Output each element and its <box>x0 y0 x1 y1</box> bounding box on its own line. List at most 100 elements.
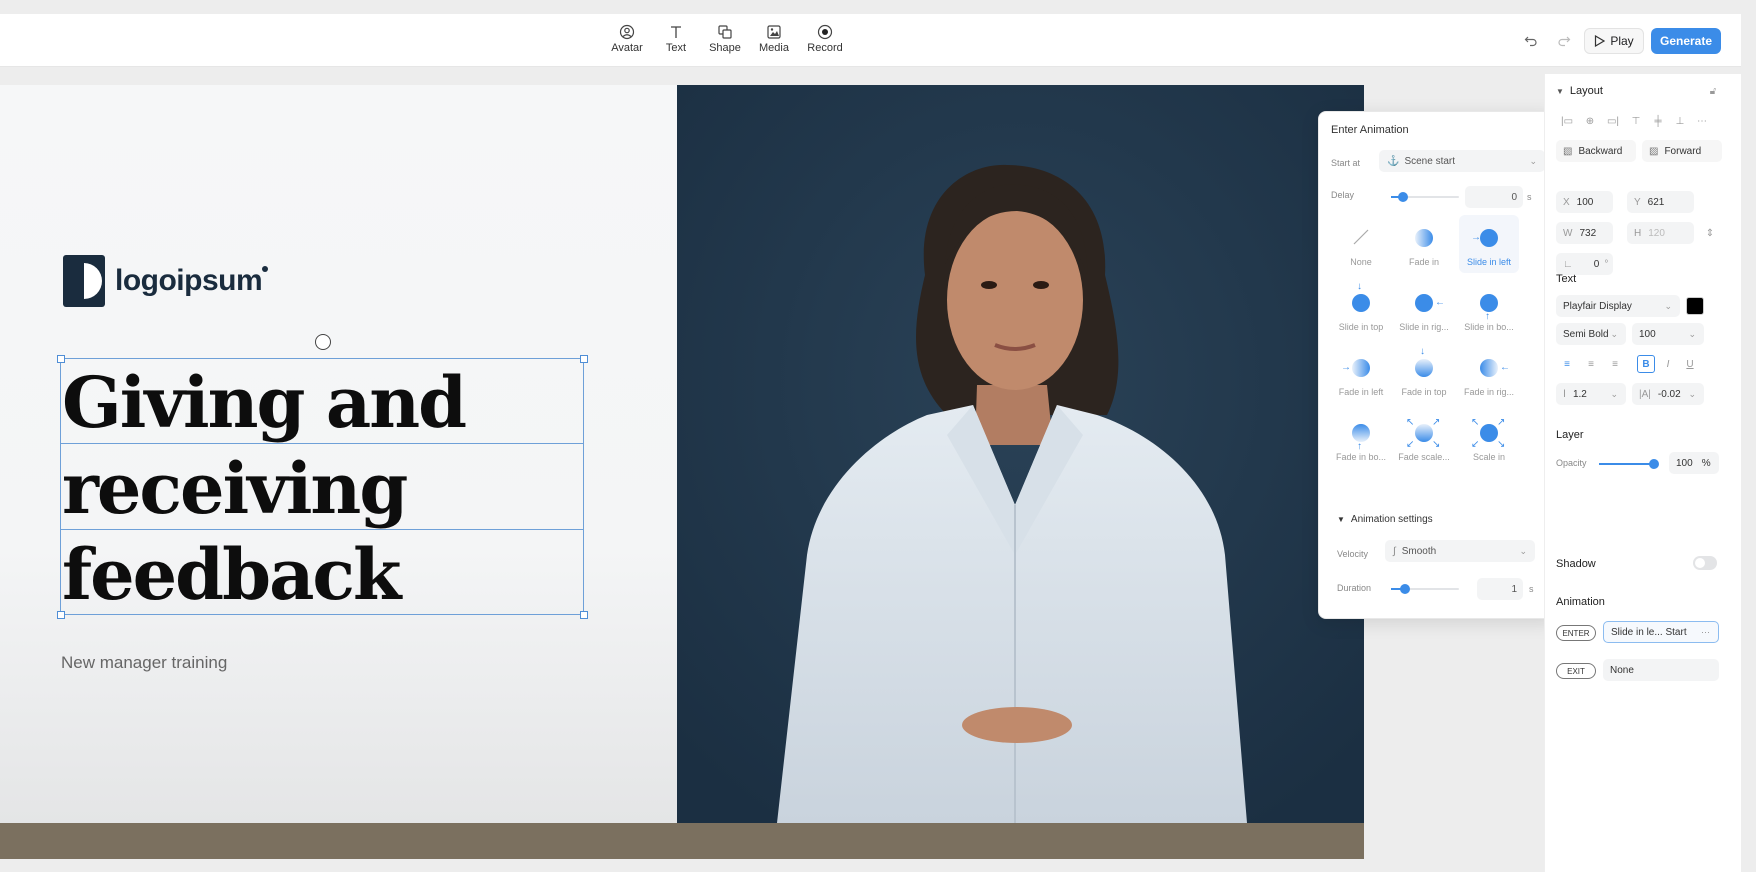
font-size-value: 100 <box>1639 328 1656 340</box>
anim-option-scale-in[interactable]: ↖ ↗ ↙ ↘ Scale in <box>1459 410 1519 468</box>
font-family-value: Playfair Display <box>1563 300 1632 312</box>
avatar-icon <box>619 24 635 40</box>
record-tool[interactable]: Record <box>800 24 850 54</box>
shape-tool[interactable]: Shape <box>700 24 750 54</box>
anim-option-fade-in[interactable]: Fade in <box>1394 215 1454 273</box>
underline-icon[interactable]: U <box>1683 357 1697 371</box>
x-input[interactable]: X 100 <box>1556 191 1613 213</box>
avatar-tool[interactable]: Avatar <box>602 24 652 54</box>
chevron-down-icon: ⌄ <box>1519 545 1527 556</box>
anim-option-fade-in-left[interactable]: → Fade in left <box>1331 345 1391 403</box>
opacity-input[interactable]: 100% <box>1669 452 1719 474</box>
font-size-select[interactable]: 100 ⌄ <box>1632 323 1704 345</box>
anim-option-slide-in-left[interactable]: → Slide in left <box>1459 215 1519 273</box>
y-input[interactable]: Y 621 <box>1627 191 1694 213</box>
undo-button[interactable] <box>1522 32 1540 50</box>
none-icon <box>1353 229 1369 245</box>
anim-option-slide-in-bottom[interactable]: ↑ Slide in bo... <box>1459 280 1519 338</box>
rotation-value: 0 <box>1593 258 1600 270</box>
anim-option-fade-scale[interactable]: ↖ ↗ ↙ ↘ Fade scale... <box>1394 410 1454 468</box>
align-center-h-icon[interactable]: ⊕ <box>1583 114 1597 128</box>
anim-option-slide-in-right[interactable]: ← Slide in rig... <box>1394 280 1454 338</box>
anim-option-label: Fade in bo... <box>1335 452 1387 462</box>
w-input[interactable]: W 732 <box>1556 222 1613 244</box>
shape-tool-label: Shape <box>709 42 741 54</box>
slide-in-top-icon <box>1352 294 1370 312</box>
exit-animation-select[interactable]: None <box>1603 659 1719 681</box>
opacity-value: 100 <box>1676 457 1693 469</box>
scene-canvas[interactable]: logoipsum Giving and receiving feedback … <box>0 85 1364 859</box>
align-middle-icon[interactable]: ╪ <box>1651 114 1665 128</box>
opacity-slider-knob[interactable] <box>1649 459 1659 469</box>
duration-input[interactable]: 1 <box>1477 578 1523 600</box>
play-label: Play <box>1610 34 1634 48</box>
backward-button[interactable]: ▧ Backward <box>1556 140 1636 162</box>
start-at-select[interactable]: ⚓ Scene start ⌄ <box>1379 150 1545 172</box>
font-family-select[interactable]: Playfair Display ⌄ <box>1556 295 1680 317</box>
fade-in-right-icon <box>1480 359 1498 377</box>
lock-icon[interactable]: 🔓︎ <box>1706 84 1720 98</box>
redo-icon <box>1558 36 1571 47</box>
y-value: 621 <box>1647 196 1665 208</box>
delay-slider[interactable] <box>1391 192 1459 202</box>
backward-icon: ▧ <box>1563 145 1573 157</box>
align-text-right-icon[interactable]: ≡ <box>1608 357 1622 371</box>
media-tool[interactable]: Media <box>749 24 799 54</box>
align-text-center-icon[interactable]: ≡ <box>1584 357 1598 371</box>
font-color-swatch[interactable] <box>1686 297 1704 315</box>
rotation-input[interactable]: ∟ 0 ° <box>1556 253 1613 275</box>
media-tool-label: Media <box>759 42 789 54</box>
expand-icon: ↘ <box>1497 439 1506 450</box>
more-icon: ⋯ <box>1701 626 1710 637</box>
bold-icon[interactable]: B <box>1637 355 1655 373</box>
anim-option-none[interactable]: None <box>1331 215 1391 273</box>
animation-settings-toggle[interactable]: ▼ Animation settings <box>1337 514 1433 525</box>
slide-in-right-icon <box>1415 294 1433 312</box>
play-button[interactable]: Play <box>1584 28 1644 54</box>
anim-option-fade-in-bottom[interactable]: ↑ Fade in bo... <box>1331 410 1391 468</box>
line-height-select[interactable]: Ⅰ 1.2 ⌄ <box>1556 383 1626 405</box>
layout-section-header[interactable]: ▼ Layout <box>1556 85 1603 97</box>
subtitle-text[interactable]: New manager training <box>61 653 227 673</box>
align-left-icon[interactable]: |▭ <box>1560 114 1574 128</box>
more-icon[interactable]: ⋯ <box>1695 114 1709 128</box>
expand-icon: ↖ <box>1471 417 1480 428</box>
align-right-icon[interactable]: ▭| <box>1606 114 1620 128</box>
shadow-toggle[interactable] <box>1693 556 1717 570</box>
headline-text[interactable]: Giving and receiving feedback <box>62 360 582 618</box>
anim-option-label: Fade in left <box>1338 387 1384 397</box>
duration-slider-knob[interactable] <box>1400 584 1410 594</box>
avatar-video[interactable] <box>677 85 1364 823</box>
duration-label: Duration <box>1337 583 1372 593</box>
letter-spacing-select[interactable]: |A| -0.02 ⌄ <box>1632 383 1704 405</box>
opacity-slider[interactable] <box>1599 459 1659 469</box>
text-tool[interactable]: Text <box>651 24 701 54</box>
anim-option-fade-in-right[interactable]: ← Fade in rig... <box>1459 345 1519 403</box>
company-logo[interactable]: logoipsum <box>63 255 269 307</box>
slide-in-left-icon <box>1480 229 1498 247</box>
presenter-image <box>677 85 1364 823</box>
italic-icon[interactable]: I <box>1661 357 1675 371</box>
forward-button[interactable]: ▨ Forward <box>1642 140 1722 162</box>
delay-slider-knob[interactable] <box>1398 192 1408 202</box>
enter-animation-select[interactable]: Slide in le... Start ⋯ <box>1603 621 1719 643</box>
rotate-handle-icon[interactable] <box>315 334 331 350</box>
align-bottom-icon[interactable]: ⊥ <box>1673 114 1687 128</box>
generate-button[interactable]: Generate <box>1651 28 1721 54</box>
animation-section-title: Animation <box>1556 596 1605 608</box>
aspect-lock-icon[interactable]: ⇕ <box>1703 226 1717 240</box>
duration-slider[interactable] <box>1391 584 1459 594</box>
align-top-icon[interactable]: ⊤ <box>1629 114 1643 128</box>
h-input[interactable]: H 120 <box>1627 222 1694 244</box>
anim-option-label: Slide in bo... <box>1464 322 1514 332</box>
align-text-left-icon[interactable]: ≡ <box>1560 357 1574 371</box>
velocity-select[interactable]: ∫ Smooth ⌄ <box>1385 540 1535 562</box>
delay-input[interactable]: 0 <box>1465 186 1523 208</box>
anim-option-slide-in-top[interactable]: ↓ Slide in top <box>1331 280 1391 338</box>
font-weight-select[interactable]: Semi Bold ⌄ <box>1556 323 1626 345</box>
expand-icon: ↙ <box>1406 439 1415 450</box>
anim-option-fade-in-top[interactable]: ↓ Fade in top <box>1394 345 1454 403</box>
redo-button[interactable] <box>1555 32 1573 50</box>
arrow-up-icon: ↑ <box>1357 441 1362 452</box>
chevron-down-icon: ⌄ <box>1610 388 1618 399</box>
